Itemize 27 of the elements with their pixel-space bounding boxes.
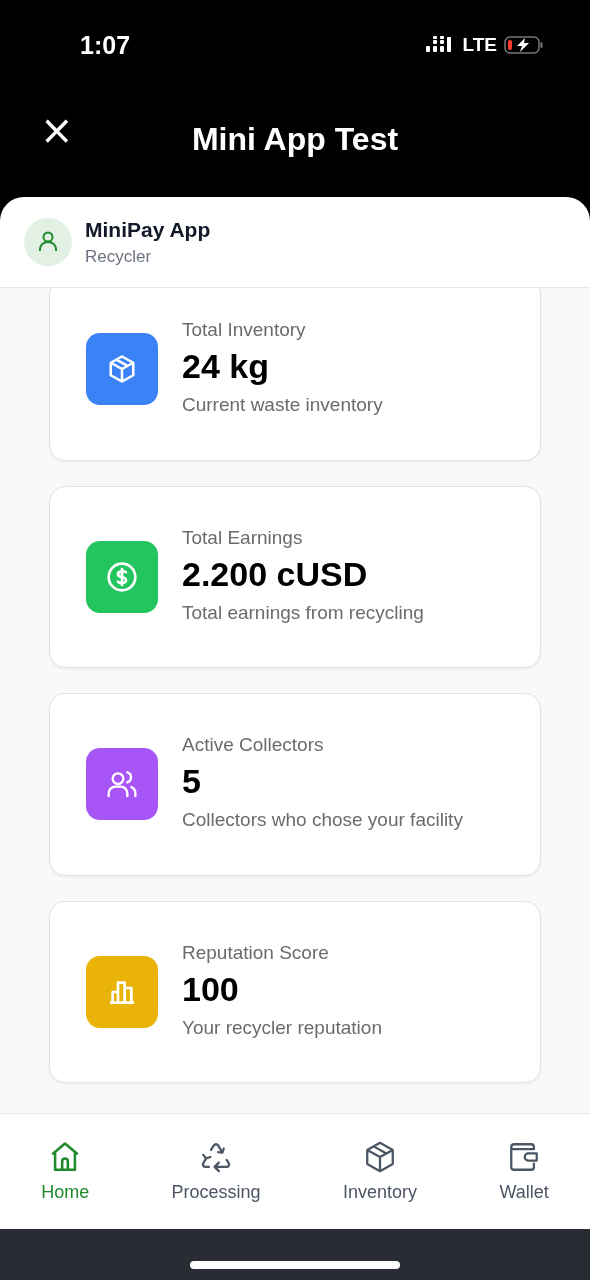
app-title: Mini App Test [191, 121, 399, 158]
stat-value: 24 kg [182, 347, 270, 386]
avatar-icon [24, 218, 72, 266]
nav-tab[interactable]: Inventory [339, 1136, 422, 1207]
profile-role: Recycler [85, 246, 153, 267]
battery-icon [504, 35, 544, 55]
profile-name: MiniPay App [85, 217, 211, 242]
cube-icon [107, 354, 137, 385]
stat-value: 2.200 cUSD [182, 554, 369, 594]
cube-icon [363, 1140, 397, 1174]
network-label: LTE [462, 34, 497, 56]
stat-description: Total earnings from recycling [182, 600, 424, 625]
dollar-icon [106, 560, 138, 593]
nav-tab[interactable]: Processing [167, 1136, 265, 1207]
status-time: 1:07 [80, 30, 131, 60]
stat-label: Active Collectors [182, 734, 325, 756]
stat-description: Collectors who chose your facility [182, 808, 463, 832]
stat-value: 5 [182, 762, 202, 801]
stat-label: Total Earnings [182, 526, 304, 549]
nav-tab[interactable]: Home [37, 1136, 94, 1207]
stat-label: Reputation Score [182, 941, 330, 964]
nav-tab[interactable]: Wallet [495, 1136, 553, 1207]
stat-value: 100 [182, 969, 240, 1009]
stat-description: Your recycler reputation [182, 1015, 382, 1040]
stat-description: Current waste inventory [182, 393, 383, 417]
close-button[interactable]: × [36, 110, 78, 150]
stat-label: Total Inventory [182, 319, 307, 341]
